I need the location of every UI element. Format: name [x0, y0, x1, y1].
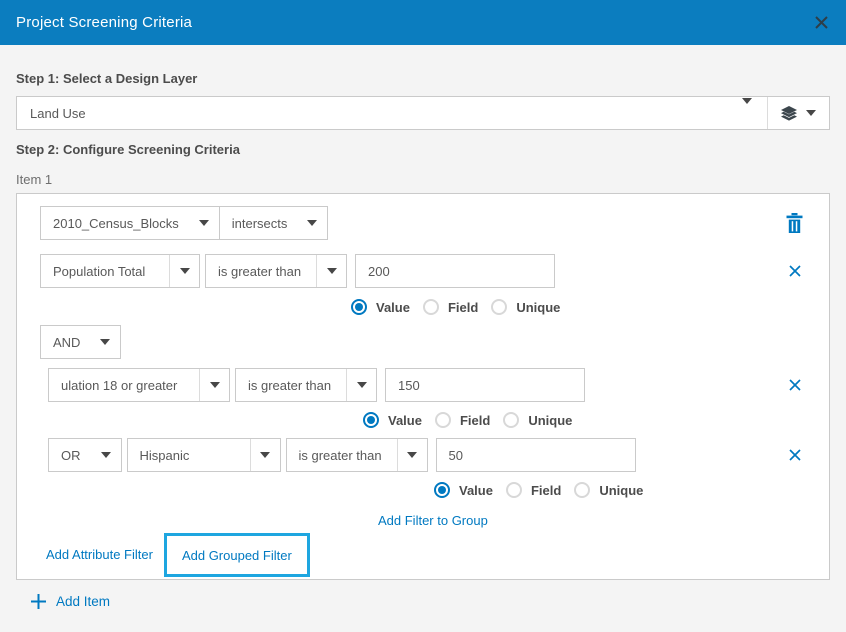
filter1-unique-radio[interactable]	[491, 299, 507, 315]
item-label: Item 1	[16, 172, 830, 187]
filter1-operator-dropdown[interactable]: is greater than	[205, 254, 347, 288]
add-filter-to-group-link[interactable]: Add Filter to Group	[378, 513, 488, 528]
filter2-field-radio[interactable]	[435, 412, 451, 428]
design-layer-caret[interactable]	[727, 104, 767, 122]
dialog-body: Step 1: Select a Design Layer Land Use S…	[0, 45, 846, 610]
filter2-row: ulation 18 or greater is greater than	[48, 368, 803, 402]
add-grouped-filter-focus-box: Add Grouped Filter	[164, 533, 310, 577]
delete-item-button[interactable]	[786, 213, 803, 233]
chevron-down-icon	[742, 98, 752, 121]
filter3-logic-value: OR	[49, 448, 91, 463]
filter2-value-radio-label: Value	[388, 413, 422, 428]
filter1-row: Population Total is greater than	[40, 254, 803, 288]
close-icon	[787, 447, 803, 463]
logic-operator-value: AND	[41, 335, 90, 350]
layer-options-button[interactable]	[768, 106, 829, 121]
filter1-operator-value: is greater than	[206, 264, 316, 279]
design-layer-value: Land Use	[17, 106, 727, 121]
target-layer-row: 2010_Census_Blocks intersects	[40, 206, 803, 240]
layers-icon	[781, 106, 797, 121]
logic-operator-row: AND	[40, 325, 803, 359]
filter3-value-radio[interactable]	[434, 482, 450, 498]
step2-heading: Step 2: Configure Screening Criteria	[16, 142, 830, 157]
chevron-down-icon	[199, 369, 229, 401]
close-icon[interactable]	[814, 15, 829, 30]
chevron-down-icon	[806, 110, 816, 116]
filter3-field-radio[interactable]	[506, 482, 522, 498]
filter2-unique-radio[interactable]	[503, 412, 519, 428]
chevron-down-icon	[90, 326, 120, 358]
dialog-title: Project Screening Criteria	[16, 14, 192, 31]
chevron-down-icon	[189, 207, 219, 239]
filter3-field-radio-label: Field	[531, 483, 561, 498]
filter1-field-radio-label: Field	[448, 300, 478, 315]
filter3-operator-value: is greater than	[287, 448, 397, 463]
filter2-operator-value: is greater than	[236, 378, 346, 393]
filter2-unique-radio-label: Unique	[528, 413, 572, 428]
item-panel: 2010_Census_Blocks intersects Popul	[16, 193, 830, 580]
filter2-operator-dropdown[interactable]: is greater than	[235, 368, 377, 402]
target-layer-value: 2010_Census_Blocks	[41, 216, 189, 231]
target-layer-dropdown[interactable]: 2010_Census_Blocks	[40, 206, 220, 240]
filter2-value-input[interactable]	[385, 368, 585, 402]
grouped-filters: ulation 18 or greater is greater than Va	[48, 368, 803, 533]
trash-icon	[786, 213, 803, 233]
filter1-mode-row: Value Field Unique	[351, 299, 803, 315]
plus-icon	[30, 593, 47, 610]
spatial-relation-dropdown[interactable]: intersects	[219, 206, 329, 240]
filter3-logic-dropdown[interactable]: OR	[48, 438, 122, 472]
add-grouped-filter-link[interactable]: Add Grouped Filter	[182, 548, 292, 563]
logic-operator-dropdown[interactable]: AND	[40, 325, 121, 359]
filter3-row: OR Hispanic is greater than	[48, 438, 803, 472]
step1-heading: Step 1: Select a Design Layer	[16, 71, 830, 86]
filter2-field-radio-label: Field	[460, 413, 490, 428]
filter1-value-input[interactable]	[355, 254, 555, 288]
add-item-label: Add Item	[56, 594, 110, 609]
filter3-operator-dropdown[interactable]: is greater than	[286, 438, 428, 472]
filter1-field-value: Population Total	[41, 264, 169, 279]
chevron-down-icon	[169, 255, 199, 287]
filter3-unique-radio[interactable]	[574, 482, 590, 498]
filter3-value-radio-label: Value	[459, 483, 493, 498]
filter1-value-radio-label: Value	[376, 300, 410, 315]
filter2-remove-button[interactable]	[787, 377, 803, 393]
dialog-titlebar: Project Screening Criteria	[0, 0, 846, 45]
chevron-down-icon	[346, 369, 376, 401]
filter3-field-value: Hispanic	[128, 448, 250, 463]
filter3-unique-radio-label: Unique	[599, 483, 643, 498]
filter3-mode-row: Value Field Unique	[434, 482, 803, 498]
close-icon	[787, 377, 803, 393]
filter3-remove-button[interactable]	[787, 447, 803, 463]
chevron-down-icon	[397, 439, 427, 471]
filter3-value-input[interactable]	[436, 438, 636, 472]
chevron-down-icon	[297, 207, 327, 239]
close-icon	[787, 263, 803, 279]
filter2-field-dropdown[interactable]: ulation 18 or greater	[48, 368, 230, 402]
design-layer-select[interactable]: Land Use	[16, 96, 830, 130]
chevron-down-icon	[316, 255, 346, 287]
filter1-field-dropdown[interactable]: Population Total	[40, 254, 200, 288]
filter1-remove-button[interactable]	[787, 263, 803, 279]
chevron-down-icon	[250, 439, 280, 471]
add-filter-links-row: Add Attribute Filter Add Grouped Filter	[46, 533, 803, 577]
filter1-value-radio[interactable]	[351, 299, 367, 315]
add-attribute-filter-link[interactable]: Add Attribute Filter	[46, 533, 153, 577]
add-item-button[interactable]: Add Item	[30, 593, 830, 610]
chevron-down-icon	[91, 439, 121, 471]
filter1-unique-radio-label: Unique	[516, 300, 560, 315]
filter2-value-radio[interactable]	[363, 412, 379, 428]
filter3-field-dropdown[interactable]: Hispanic	[127, 438, 281, 472]
filter2-field-value: ulation 18 or greater	[49, 378, 199, 393]
filter1-field-radio[interactable]	[423, 299, 439, 315]
filter2-mode-row: Value Field Unique	[363, 412, 803, 428]
spatial-relation-value: intersects	[220, 216, 298, 231]
